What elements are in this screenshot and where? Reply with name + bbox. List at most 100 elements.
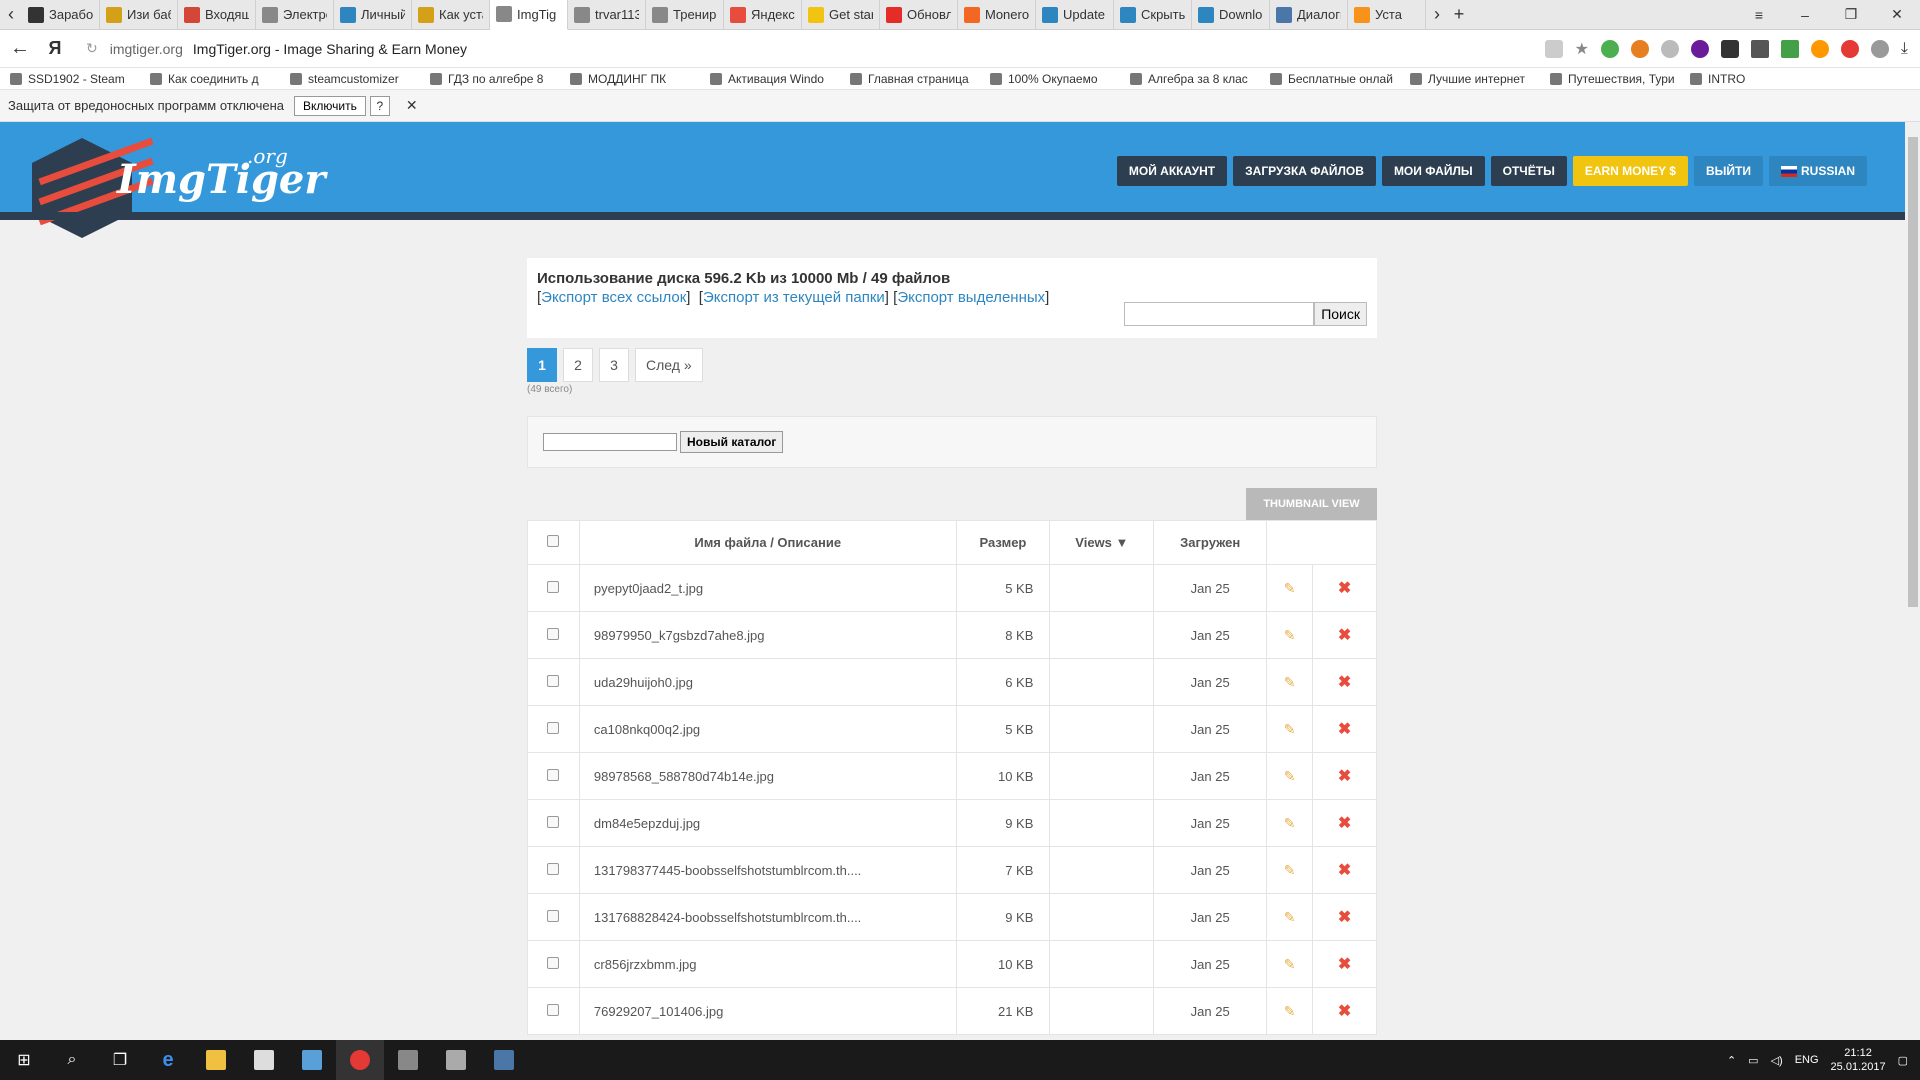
browser-tab[interactable]: Входящи [178, 0, 256, 30]
restore-button[interactable]: ❐ [1828, 0, 1874, 30]
edit-icon[interactable]: ✎ [1284, 768, 1296, 784]
search-input[interactable] [1124, 302, 1315, 326]
export-folder-link[interactable]: Экспорт из текущей папки [703, 289, 885, 306]
volume-icon[interactable]: ◁) [1771, 1054, 1783, 1067]
mail-icon[interactable] [1720, 39, 1739, 58]
browser-tab[interactable]: Личный [334, 0, 412, 30]
star-icon[interactable]: ★ [1575, 39, 1589, 59]
thumbnail-view-button[interactable]: THUMBNAIL VIEW [1246, 488, 1377, 520]
edit-icon[interactable]: ✎ [1284, 909, 1296, 925]
row-checkbox[interactable] [547, 674, 560, 687]
delete-icon[interactable]: ✖ [1338, 1003, 1351, 1020]
select-all-checkbox[interactable] [547, 535, 560, 547]
browser-tab[interactable]: Трениро [646, 0, 724, 30]
reload-icon[interactable]: ↻ [86, 40, 98, 57]
page-link[interactable]: 2 [563, 348, 593, 382]
play-icon[interactable] [1690, 39, 1709, 58]
s-icon[interactable] [1660, 39, 1679, 58]
delete-icon[interactable]: ✖ [1338, 909, 1351, 926]
close-window-button[interactable]: ✕ [1874, 0, 1920, 30]
row-checkbox[interactable] [547, 627, 560, 640]
bookmark-item[interactable]: Бесплатные онлай [1260, 72, 1400, 86]
page-link[interactable]: След » [635, 348, 703, 382]
export-all-link[interactable]: Экспорт всех ссылок [541, 289, 686, 306]
bookmark-item[interactable]: Путешествия, Тури [1540, 72, 1680, 86]
col-uploaded[interactable]: Загружен [1153, 520, 1268, 565]
file-name[interactable]: uda29huijoh0.jpg [578, 658, 957, 706]
delete-icon[interactable]: ✖ [1338, 627, 1351, 644]
bookmark-item[interactable]: ГДЗ по алгебре 8 [420, 72, 560, 86]
fire-icon[interactable] [1630, 39, 1649, 58]
col-size[interactable]: Размер [955, 520, 1051, 565]
edit-icon[interactable]: ✎ [1284, 815, 1296, 831]
yandex-browser-icon[interactable] [336, 1040, 384, 1080]
browser-tab[interactable]: Update 2 [1036, 0, 1114, 30]
browser-tab[interactable]: Изи баба [100, 0, 178, 30]
network-icon[interactable]: ▭ [1748, 1054, 1758, 1067]
close-warning-icon[interactable]: ✕ [406, 97, 418, 114]
row-checkbox[interactable] [547, 768, 560, 781]
browser-tab[interactable]: Скрытый [1114, 0, 1192, 30]
search-button[interactable]: Поиск [1314, 302, 1367, 326]
block-icon[interactable] [1840, 39, 1859, 58]
file-name[interactable]: dm84e5epzduj.jpg [578, 799, 957, 847]
bookmark-item[interactable]: Активация Windo [700, 72, 840, 86]
file-name[interactable]: 131768828424-boobsselfshotstumblrcom.th.… [578, 893, 957, 941]
language-indicator[interactable]: ENG [1795, 1054, 1819, 1066]
clock[interactable]: 21:12 25.01.2017 [1831, 1046, 1886, 1074]
file-name[interactable]: 131798377445-boobsselfshotstumblrcom.th.… [578, 846, 957, 894]
row-checkbox[interactable] [547, 815, 560, 828]
row-checkbox[interactable] [547, 862, 560, 875]
new-tab-button[interactable]: + [1448, 4, 1470, 25]
bookmark-item[interactable]: МОДДИНГ ПК [560, 72, 700, 86]
nav-item[interactable]: ЗАГРУЗКА ФАЙЛОВ [1233, 156, 1376, 186]
bookmark-item[interactable]: Главная страница [840, 72, 980, 86]
row-checkbox[interactable] [547, 956, 560, 969]
menu-icon[interactable]: ≡ [1736, 0, 1782, 30]
back-button[interactable]: ← [0, 37, 40, 60]
app-icon[interactable] [432, 1040, 480, 1080]
nav-item[interactable]: RUSSIAN [1768, 156, 1867, 186]
bookmark-item[interactable]: Лучшие интернет [1400, 72, 1540, 86]
tray-expand-icon[interactable]: ⌃ [1727, 1054, 1736, 1067]
new-folder-button[interactable]: Новый каталог [680, 431, 784, 453]
browser-tab[interactable]: Monero [958, 0, 1036, 30]
start-button[interactable]: ⊞ [0, 1040, 48, 1080]
page-scrollbar[interactable] [1905, 122, 1920, 1042]
file-name[interactable]: ca108nkq00q2.jpg [578, 705, 957, 753]
delete-icon[interactable]: ✖ [1338, 815, 1351, 832]
delete-icon[interactable]: ✖ [1338, 862, 1351, 879]
bookmark-item[interactable]: SSD1902 - Steam [0, 72, 140, 86]
edit-icon[interactable]: ✎ [1284, 862, 1296, 878]
site-logo[interactable]: ImgTiger .org [32, 130, 325, 245]
edge-icon[interactable]: e [144, 1040, 192, 1080]
app-icon[interactable] [384, 1040, 432, 1080]
edit-icon[interactable]: ✎ [1284, 627, 1296, 643]
browser-tab[interactable]: Электрон [256, 0, 334, 30]
delete-icon[interactable]: ✖ [1338, 721, 1351, 738]
enable-protection-button[interactable]: Включить [294, 95, 366, 116]
file-name[interactable]: 98978568_588780d74b14e.jpg [578, 752, 957, 800]
edit-icon[interactable]: ✎ [1284, 956, 1296, 972]
task-view-icon[interactable]: ❐ [96, 1040, 144, 1080]
app-icon[interactable] [288, 1040, 336, 1080]
edit-icon[interactable]: ✎ [1284, 1003, 1296, 1019]
app-icon[interactable] [480, 1040, 528, 1080]
browser-tab[interactable]: Downlo [1192, 0, 1270, 30]
shield-icon[interactable] [1600, 39, 1619, 58]
ext-icon[interactable] [1810, 39, 1829, 58]
delete-icon[interactable]: ✖ [1338, 956, 1351, 973]
bookmark-item[interactable]: Алгебра за 8 клас [1120, 72, 1260, 86]
file-name[interactable]: 76929207_101406.jpg [578, 987, 957, 1035]
nav-item[interactable]: МОЙ АККАУНТ [1116, 156, 1228, 186]
delete-icon[interactable]: ✖ [1338, 674, 1351, 691]
bookmark-item[interactable]: 100% Окупаемо [980, 72, 1120, 86]
explorer-icon[interactable] [192, 1040, 240, 1080]
nav-item[interactable]: EARN MONEY $ [1572, 156, 1688, 186]
row-checkbox[interactable] [547, 1003, 560, 1016]
browser-tab[interactable]: Обновле [880, 0, 958, 30]
file-name[interactable]: pyepyt0jaad2_t.jpg [578, 564, 957, 612]
translate-icon[interactable] [1544, 39, 1563, 58]
bookmark-item[interactable]: INTRO [1680, 72, 1820, 86]
file-name[interactable]: 98979950_k7gsbzd7ahe8.jpg [578, 611, 957, 659]
